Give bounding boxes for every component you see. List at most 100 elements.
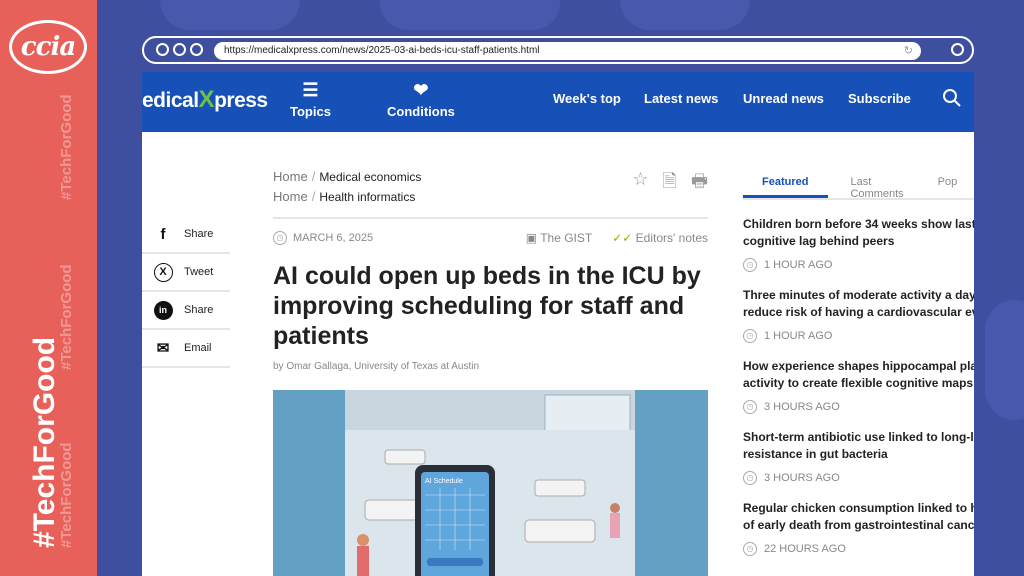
divider <box>273 217 708 219</box>
reload-icon[interactable]: ↻ <box>904 44 913 57</box>
gist-link[interactable]: ▣ The GIST <box>526 231 592 245</box>
breadcrumb-section[interactable]: Medical economics <box>319 170 421 184</box>
list-item[interactable]: Regular chicken consumption linked to hi… <box>743 500 974 571</box>
editors-notes-link[interactable]: ✓✓ Editors' notes <box>612 231 708 245</box>
pdf-icon[interactable]: 🗎 <box>663 169 677 199</box>
window-controls <box>156 43 203 56</box>
list-item[interactable]: Three minutes of moderate activity a day… <box>743 287 974 358</box>
tab-last-comments[interactable]: Last Comments <box>850 170 903 200</box>
linkedin-icon: in <box>142 300 184 320</box>
web-page: edicalXpress ☰ Topics ❤ Conditions Week'… <box>142 72 974 576</box>
list-item[interactable]: How experience shapes hippocampal place … <box>743 358 974 429</box>
browser-menu-icon[interactable] <box>951 43 964 56</box>
print-icon[interactable]: 🖶 <box>691 169 708 199</box>
window-dot-icon[interactable] <box>173 43 186 56</box>
breadcrumb-home[interactable]: Home <box>273 169 308 184</box>
list-item-title: How experience shapes hippocampal place <box>743 359 974 373</box>
nav-latest-news[interactable]: Latest news <box>644 91 718 106</box>
list-item-title: cognitive lag behind peers <box>743 234 895 248</box>
clock-icon: ◷ <box>743 400 757 414</box>
heart-plus-icon: ❤ <box>413 80 429 100</box>
nav-subscribe[interactable]: Subscribe <box>848 91 911 106</box>
editors-notes-label: Editors' notes <box>635 231 708 245</box>
logo-text-left: edical <box>142 89 199 112</box>
share-label: Tweet <box>184 266 214 278</box>
nav-conditions-label: Conditions <box>387 104 455 119</box>
window-dot-icon[interactable] <box>156 43 169 56</box>
share-x[interactable]: X Tweet <box>142 254 230 292</box>
browser-bar: https://medicalxpress.com/news/2025-03-a… <box>142 36 974 64</box>
article-byline: by Omar Gallaga, University of Texas at … <box>273 361 480 372</box>
search-icon[interactable] <box>942 88 962 113</box>
tab-featured[interactable]: Featured <box>743 170 829 198</box>
featured-list: Children born before 34 weeks show lasti… <box>743 216 974 571</box>
article-date: MARCH 6, 2025 <box>293 232 374 244</box>
nav-conditions[interactable]: ❤ Conditions <box>387 80 455 119</box>
clock-icon: ◷ <box>743 258 757 272</box>
list-item-title: Three minutes of moderate activity a day… <box>743 288 974 302</box>
background-shape <box>620 0 750 30</box>
hashtag-faint: #TechForGood <box>58 264 75 370</box>
clock-icon: ◷ <box>273 231 287 245</box>
share-linkedin[interactable]: in Share <box>142 292 230 330</box>
hero-illustration: AI Schedule <box>345 390 635 576</box>
site-header: edicalXpress ☰ Topics ❤ Conditions Week'… <box>142 72 974 132</box>
tab-popular[interactable]: Pop <box>938 170 958 198</box>
breadcrumb-section[interactable]: Health informatics <box>319 190 415 204</box>
list-item-title: reduce risk of having a cardiovascular e… <box>743 305 974 319</box>
list-item-title: Regular chicken consumption linked to hi… <box>743 501 974 515</box>
url-text: https://medicalxpress.com/news/2025-03-a… <box>224 45 540 56</box>
nav-topics[interactable]: ☰ Topics <box>290 80 331 119</box>
background-shape <box>380 0 560 30</box>
sidebar-tabs: Featured Last Comments Pop <box>743 170 974 200</box>
brand-strip: ccia #TechForGood #TechForGood #TechForG… <box>0 0 97 576</box>
list-item[interactable]: Children born before 34 weeks show lasti… <box>743 216 974 287</box>
article-headline: AI could open up beds in the ICU by impr… <box>273 262 701 350</box>
list-item-time: 3 HOURS AGO <box>764 401 840 413</box>
email-icon: ✉ <box>156 340 170 357</box>
article-meta: ◷ MARCH 6, 2025 ▣ The GIST ✓✓ Editors' n… <box>273 231 708 245</box>
share-label: Email <box>184 342 212 354</box>
site-logo[interactable]: edicalXpress <box>142 86 268 114</box>
logo-text-right: press <box>214 89 268 112</box>
clock-icon: ◷ <box>743 542 757 556</box>
list-item[interactable]: Short-term antibiotic use linked to long… <box>743 429 974 500</box>
gist-label: The GIST <box>540 231 593 245</box>
clock-icon: ◷ <box>743 471 757 485</box>
bookmark-star-icon[interactable]: ☆ <box>632 169 648 199</box>
list-item-title: resistance in gut bacteria <box>743 447 888 461</box>
ccia-logo: ccia <box>9 20 87 74</box>
article: Home / Medical economics Home / Health infor… <box>273 167 708 576</box>
list-item-time: 3 HOURS AGO <box>764 472 840 484</box>
double-check-icon: ✓✓ <box>612 231 633 245</box>
share-label: Share <box>184 228 214 240</box>
background-shape <box>985 300 1024 420</box>
list-item-time: 1 HOUR AGO <box>764 330 833 342</box>
list-item-title: activity to create flexible cognitive ma… <box>743 376 974 390</box>
list-item-title: Children born before 34 weeks show lasti… <box>743 217 974 231</box>
list-item-title: Short-term antibiotic use linked to long… <box>743 430 974 444</box>
list-item-title: of early death from gastrointestinal can… <box>743 518 974 532</box>
facebook-icon: f <box>160 225 166 243</box>
list-item-time: 1 HOUR AGO <box>764 259 833 271</box>
address-bar[interactable]: https://medicalxpress.com/news/2025-03-a… <box>214 42 921 60</box>
share-email[interactable]: ✉ Email <box>142 330 230 368</box>
share-column: f Share X Tweet in Share ✉ Email <box>142 216 230 368</box>
nav-topics-label: Topics <box>290 104 331 119</box>
share-label: Share <box>184 304 214 316</box>
list-item-time: 22 HOURS AGO <box>764 543 846 555</box>
hero-screen-text: AI Schedule <box>425 478 463 485</box>
nav-unread-news[interactable]: Unread news <box>743 91 824 106</box>
menu-icon: ☰ <box>302 80 319 100</box>
article-tools: ☆ 🗎 🖶 <box>632 169 708 199</box>
hero-image[interactable]: AI Schedule <box>273 390 708 576</box>
breadcrumb-home[interactable]: Home <box>273 189 308 204</box>
clock-icon: ◷ <box>743 329 757 343</box>
share-facebook[interactable]: f Share <box>142 216 230 254</box>
x-icon: X <box>142 262 184 282</box>
background-shape <box>160 0 300 30</box>
hashtag-main: #TechForGood <box>28 336 61 548</box>
window-dot-icon[interactable] <box>190 43 203 56</box>
hashtag-faint: #TechForGood <box>58 442 75 548</box>
nav-weeks-top[interactable]: Week's top <box>553 91 621 106</box>
